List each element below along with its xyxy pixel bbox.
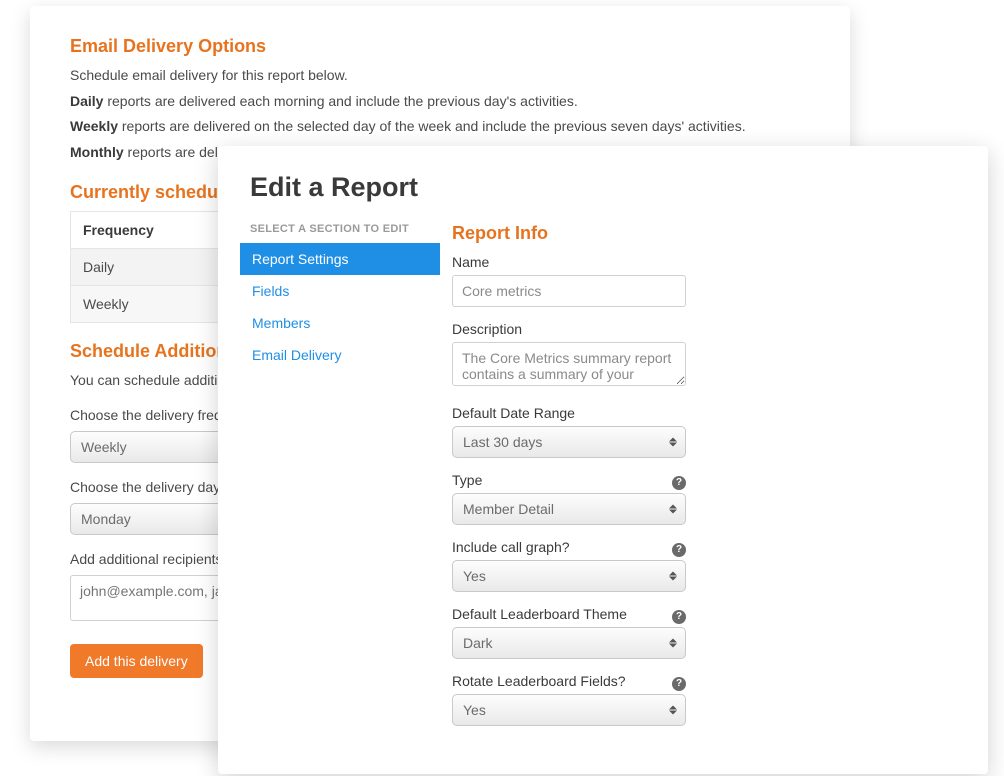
select-arrows-icon [669, 505, 677, 514]
nav-item-email-delivery[interactable]: Email Delivery [240, 339, 440, 371]
daily-label: Daily [70, 93, 103, 109]
help-icon[interactable]: ? [672, 543, 686, 557]
name-input[interactable] [452, 275, 686, 307]
nav-item-report-settings[interactable]: Report Settings [240, 243, 440, 275]
call-graph-label: Include call graph? [452, 539, 570, 555]
report-info-form: Report Info Name Description Default Dat… [440, 223, 958, 740]
theme-value: Dark [463, 635, 493, 651]
daily-text: reports are delivered each morning and i… [103, 93, 577, 109]
description-input[interactable] [452, 342, 686, 386]
weekly-text: reports are delivered on the selected da… [118, 118, 746, 134]
select-arrows-icon [669, 438, 677, 447]
type-select[interactable]: Member Detail [452, 493, 686, 525]
date-range-select[interactable]: Last 30 days [452, 426, 686, 458]
date-range-value: Last 30 days [463, 434, 542, 450]
theme-select[interactable]: Dark [452, 627, 686, 659]
help-icon[interactable]: ? [672, 610, 686, 624]
daily-desc: Daily reports are delivered each morning… [70, 91, 810, 113]
theme-label: Default Leaderboard Theme [452, 606, 627, 622]
select-arrows-icon [669, 572, 677, 581]
call-graph-value: Yes [463, 568, 486, 584]
nav-header: SELECT A SECTION TO EDIT [240, 223, 440, 243]
email-delivery-title: Email Delivery Options [70, 36, 810, 57]
nav-item-members[interactable]: Members [240, 307, 440, 339]
rotate-value: Yes [463, 702, 486, 718]
type-label: Type [452, 472, 482, 488]
type-value: Member Detail [463, 501, 554, 517]
help-icon[interactable]: ? [672, 476, 686, 490]
nav-item-fields[interactable]: Fields [240, 275, 440, 307]
select-arrows-icon [669, 706, 677, 715]
report-info-title: Report Info [452, 223, 958, 244]
monthly-text: reports are del [124, 144, 218, 160]
monthly-label: Monthly [70, 144, 124, 160]
date-range-label: Default Date Range [452, 405, 958, 421]
name-label: Name [452, 254, 958, 270]
edit-report-panel: Edit a Report SELECT A SECTION TO EDIT R… [218, 146, 988, 774]
help-icon[interactable]: ? [672, 677, 686, 691]
day-value: Monday [81, 511, 131, 527]
call-graph-select[interactable]: Yes [452, 560, 686, 592]
rotate-label: Rotate Leaderboard Fields? [452, 673, 626, 689]
frequency-value: Weekly [81, 439, 127, 455]
add-delivery-button[interactable]: Add this delivery [70, 644, 203, 678]
rotate-select[interactable]: Yes [452, 694, 686, 726]
weekly-label: Weekly [70, 118, 118, 134]
weekly-desc: Weekly reports are delivered on the sele… [70, 116, 810, 138]
select-arrows-icon [669, 639, 677, 648]
section-nav: SELECT A SECTION TO EDIT Report Settings… [240, 223, 440, 740]
edit-report-title: Edit a Report [250, 172, 958, 203]
description-label: Description [452, 321, 958, 337]
intro-text: Schedule email delivery for this report … [70, 65, 810, 87]
